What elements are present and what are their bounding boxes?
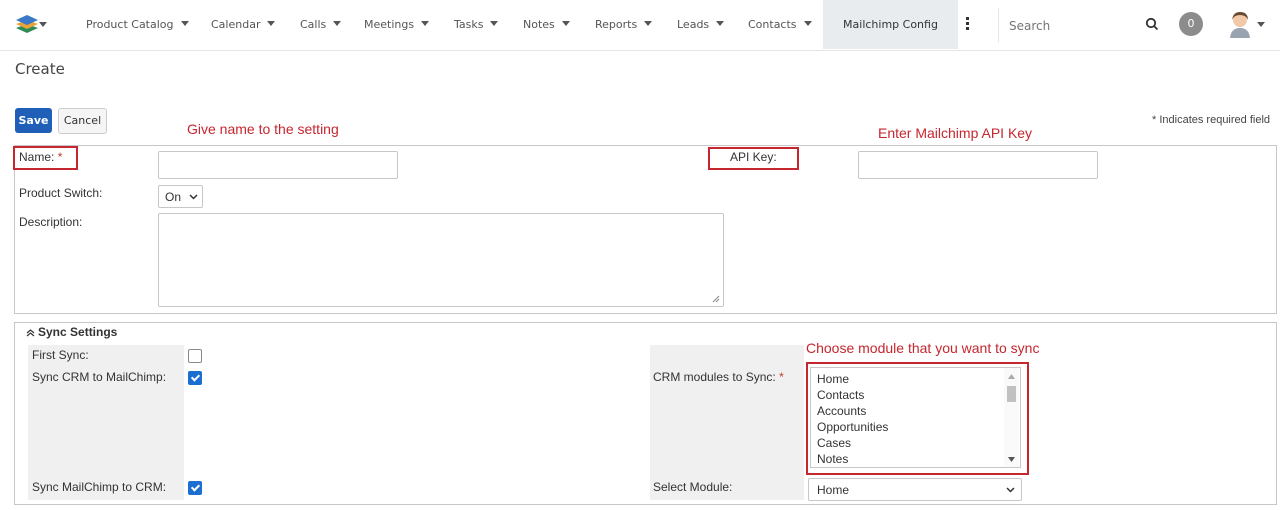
name-input[interactable] bbox=[158, 151, 398, 179]
nav-label: Calendar bbox=[211, 18, 261, 31]
annotation-module-hint: Choose module that you want to sync bbox=[806, 340, 1040, 356]
description-label: Description: bbox=[19, 215, 83, 229]
nav-contacts[interactable]: Contacts bbox=[748, 18, 812, 31]
select-module-dropdown[interactable]: Home bbox=[808, 478, 1022, 501]
nav-leads[interactable]: Leads bbox=[677, 18, 725, 31]
sync-mailchimp-to-crm-checkbox[interactable] bbox=[188, 481, 202, 495]
nav-meetings[interactable]: Meetings bbox=[364, 18, 430, 31]
select-module-value: Home bbox=[817, 483, 850, 497]
resize-handle-icon[interactable] bbox=[712, 295, 720, 303]
sync-mailchimp-to-crm-label: Sync MailChimp to CRM: bbox=[32, 480, 167, 494]
nav-label: Contacts bbox=[748, 18, 797, 31]
crm-modules-label: CRM modules to Sync: * bbox=[653, 370, 784, 384]
nav-label: Product Catalog bbox=[86, 18, 174, 31]
nav-label: Notes bbox=[523, 18, 555, 31]
first-sync-checkbox[interactable] bbox=[188, 349, 202, 363]
chevron-down-icon bbox=[180, 21, 189, 26]
sync-left-label-column bbox=[28, 345, 184, 500]
more-vertical-icon[interactable] bbox=[966, 17, 970, 31]
select-module-label: Select Module: bbox=[653, 480, 733, 494]
api-key-label: API Key: bbox=[730, 150, 777, 164]
nav-label: Meetings bbox=[364, 18, 415, 31]
search-input[interactable] bbox=[1007, 14, 1131, 38]
chevron-down-icon bbox=[803, 21, 812, 26]
product-switch-select[interactable]: On bbox=[158, 185, 203, 208]
nav-label: Reports bbox=[595, 18, 638, 31]
chevron-down-icon bbox=[267, 21, 276, 26]
chevron-down-icon bbox=[189, 194, 198, 200]
name-label-text: Name: bbox=[19, 150, 55, 164]
top-navbar: Product Catalog Calendar Calls Meetings … bbox=[0, 0, 1280, 51]
sync-settings-panel bbox=[14, 322, 1277, 505]
user-menu-caret-icon[interactable] bbox=[1257, 22, 1265, 27]
nav-label: Calls bbox=[300, 18, 327, 31]
required-star: * bbox=[57, 150, 63, 164]
notification-count: 0 bbox=[1187, 17, 1195, 30]
sync-right-label-column bbox=[650, 345, 804, 500]
notification-badge[interactable]: 0 bbox=[1179, 12, 1203, 36]
cancel-button[interactable]: Cancel bbox=[58, 108, 107, 134]
nav-product-catalog[interactable]: Product Catalog bbox=[86, 18, 189, 31]
api-key-input[interactable] bbox=[858, 151, 1098, 179]
scroll-down-icon[interactable] bbox=[1008, 457, 1015, 462]
list-item[interactable]: Opportunities bbox=[817, 420, 888, 434]
sync-settings-header[interactable]: Sync Settings bbox=[26, 325, 117, 339]
nav-label: Tasks bbox=[454, 18, 484, 31]
nav-active-label: Mailchimp Config bbox=[843, 18, 938, 31]
search-icon[interactable] bbox=[1145, 17, 1159, 31]
save-button[interactable]: Save bbox=[15, 108, 52, 133]
chevron-down-icon bbox=[644, 21, 653, 26]
product-switch-label: Product Switch: bbox=[19, 186, 103, 200]
nav-calls[interactable]: Calls bbox=[300, 18, 342, 31]
list-item[interactable]: Cases bbox=[817, 436, 851, 450]
chevron-down-icon bbox=[333, 21, 342, 26]
list-item[interactable]: Accounts bbox=[817, 404, 866, 418]
collapse-up-icon bbox=[26, 329, 35, 337]
nav-label: Leads bbox=[677, 18, 710, 31]
user-avatar[interactable] bbox=[1227, 10, 1253, 38]
description-textarea[interactable] bbox=[158, 213, 724, 307]
sync-crm-to-mailchimp-checkbox[interactable] bbox=[188, 371, 202, 385]
chevron-down-icon bbox=[716, 21, 725, 26]
name-label: Name: * bbox=[19, 150, 62, 164]
chevron-down-icon bbox=[490, 21, 499, 26]
chevron-down-icon bbox=[1006, 487, 1015, 493]
page-title: Create bbox=[15, 60, 65, 78]
list-item[interactable]: Contacts bbox=[817, 388, 864, 402]
crm-modules-listbox[interactable]: Home Contacts Accounts Opportunities Cas… bbox=[810, 367, 1021, 468]
sync-settings-title: Sync Settings bbox=[38, 325, 118, 339]
required-star: * bbox=[779, 370, 784, 384]
required-field-note: * Indicates required field bbox=[1152, 114, 1271, 126]
annotation-name-hint: Give name to the setting bbox=[187, 121, 339, 137]
nav-mailchimp-config[interactable]: Mailchimp Config bbox=[823, 0, 958, 49]
logo-caret-icon[interactable] bbox=[39, 22, 47, 27]
chevron-down-icon bbox=[421, 21, 430, 26]
crm-modules-label-text: CRM modules to Sync: bbox=[653, 370, 776, 384]
nav-calendar[interactable]: Calendar bbox=[211, 18, 276, 31]
nav-tasks[interactable]: Tasks bbox=[454, 18, 499, 31]
scrollbar-thumb[interactable] bbox=[1007, 386, 1016, 402]
scroll-up-icon[interactable] bbox=[1008, 374, 1015, 379]
list-item[interactable]: Notes bbox=[817, 452, 848, 466]
sync-crm-to-mailchimp-label: Sync CRM to MailChimp: bbox=[32, 370, 167, 384]
first-sync-label: First Sync: bbox=[32, 348, 89, 362]
nav-notes[interactable]: Notes bbox=[523, 18, 570, 31]
chevron-down-icon bbox=[561, 21, 570, 26]
product-switch-value: On bbox=[165, 190, 182, 204]
list-item[interactable]: Home bbox=[817, 372, 849, 386]
app-logo-icon[interactable] bbox=[14, 13, 40, 35]
listbox-scrollbar[interactable] bbox=[1004, 368, 1019, 467]
annotation-api-hint: Enter Mailchimp API Key bbox=[878, 125, 1033, 141]
nav-reports[interactable]: Reports bbox=[595, 18, 653, 31]
